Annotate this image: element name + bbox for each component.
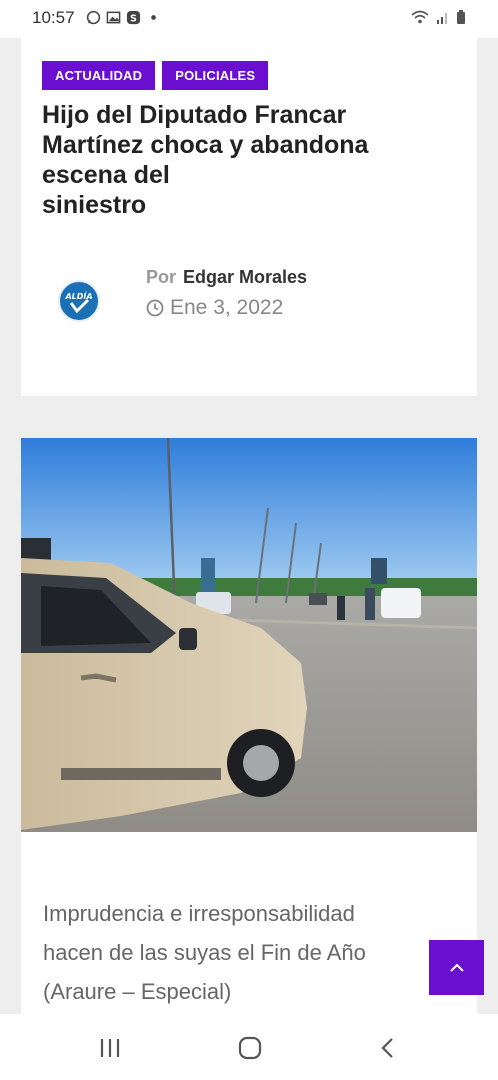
title-line: Martínez choca y abandona	[42, 131, 369, 159]
battery-icon	[457, 10, 465, 24]
back-icon[interactable]	[378, 1036, 398, 1060]
home-icon[interactable]	[237, 1035, 263, 1061]
aldia-logo: ALDÍA	[62, 284, 96, 318]
android-navigation-bar	[0, 1014, 498, 1080]
status-bar: 10:57 S	[0, 0, 498, 38]
article-body: Imprudencia e irresponsabilidad hacen de…	[21, 832, 477, 1017]
author-name-link[interactable]: Edgar Morales	[183, 267, 307, 287]
category-tags: ACTUALIDAD POLICIALES	[42, 61, 269, 90]
author-avatar[interactable]: ALDÍA	[58, 280, 100, 322]
signal-icon	[437, 13, 447, 24]
status-time: 10:57	[32, 8, 75, 27]
tag-actualidad[interactable]: ACTUALIDAD	[42, 61, 156, 90]
image-icon	[106, 11, 121, 24]
article-title: Hijo del Diputado Francar Martínez choca…	[42, 100, 452, 220]
by-label: Por	[146, 267, 177, 287]
title-line: escena del	[42, 161, 170, 189]
date-text: Ene 3, 2022	[170, 296, 284, 319]
title-line: Hijo del Diputado Francar	[42, 101, 347, 129]
clock-icon	[146, 299, 164, 317]
excerpt-line: Imprudencia e irresponsabilidad	[43, 901, 355, 926]
notification-icons: S	[86, 10, 161, 25]
wifi-icon	[411, 10, 429, 24]
title-line: siniestro	[42, 191, 147, 219]
author-byline: Por Edgar Morales	[146, 267, 307, 288]
app-s-icon: S	[126, 10, 141, 24]
svg-text:S: S	[130, 13, 137, 24]
dot-icon	[151, 15, 156, 20]
article-featured-image	[21, 438, 477, 832]
excerpt-line: hacen de las suyas el Fin de Año	[43, 940, 366, 965]
article-excerpt: Imprudencia e irresponsabilidad hacen de…	[43, 894, 433, 1011]
system-icons	[410, 9, 466, 25]
chevron-up-icon	[449, 963, 464, 972]
excerpt-line: (Araure – Especial)	[43, 979, 232, 1004]
recent-apps-icon[interactable]	[99, 1036, 123, 1060]
scroll-to-top-button[interactable]	[429, 940, 484, 995]
article-header-card: ACTUALIDAD POLICIALES Hijo del Diputado …	[21, 38, 477, 396]
whatsapp-icon	[86, 10, 101, 25]
svg-text:ALDÍA: ALDÍA	[64, 290, 92, 301]
tag-policiales[interactable]: POLICIALES	[162, 61, 269, 90]
publish-date: Ene 3, 2022	[146, 296, 283, 320]
